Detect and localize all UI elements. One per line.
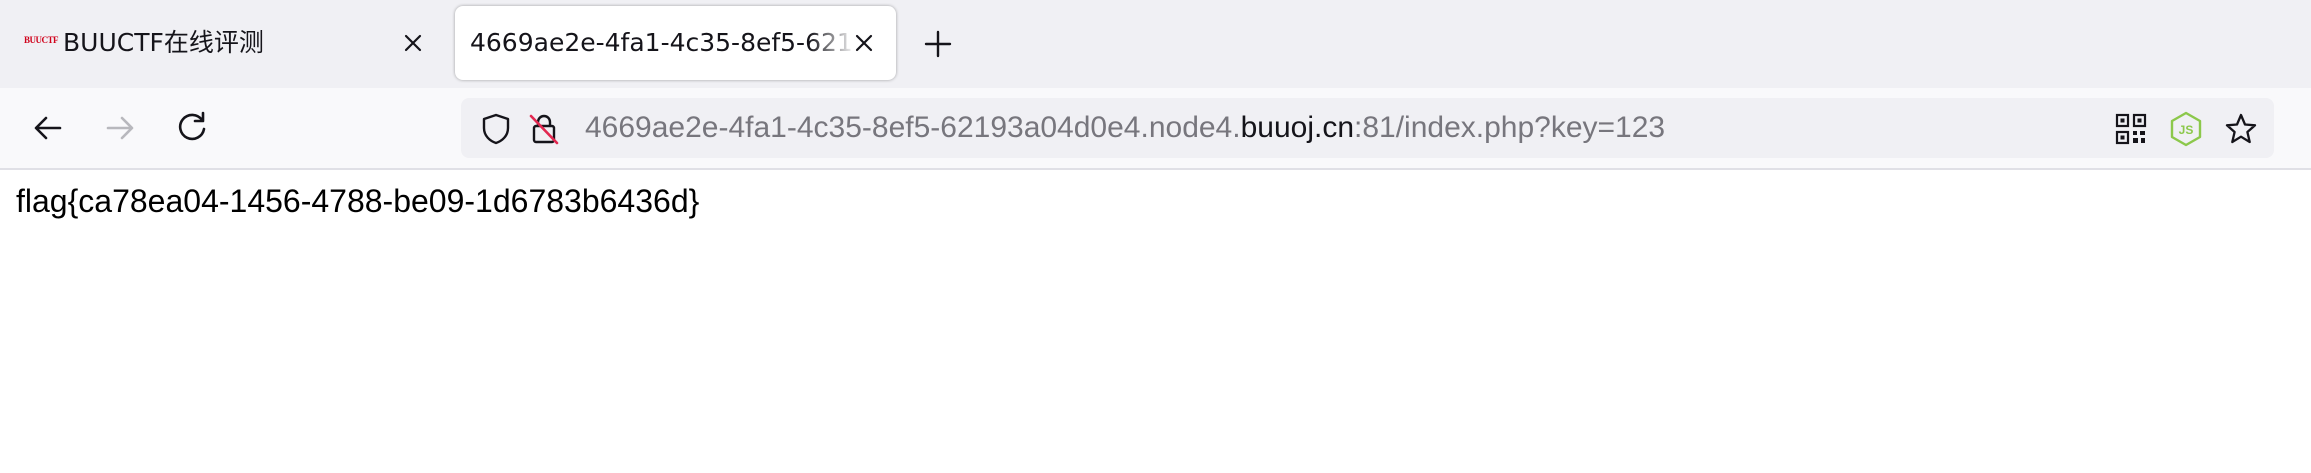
close-tab-icon[interactable]: [399, 29, 427, 57]
navigation-toolbar: 4669ae2e-4fa1-4c35-8ef5-62193a04d0e4.nod…: [0, 88, 2311, 170]
qr-code-icon[interactable]: [2113, 111, 2149, 147]
url-suffix: :81/index.php?key=123: [1354, 111, 1666, 144]
favicon-text: BUUCTF: [24, 35, 59, 45]
tab-title: 4669ae2e-4fa1-4c35-8ef5-62193a04d0e4.nod…: [470, 28, 855, 57]
url-prefix: 4669ae2e-4fa1-4c35-8ef5-62193a04d0e4.nod…: [585, 111, 1241, 144]
forward-arrow-icon[interactable]: [100, 108, 140, 148]
tab-title: BUUCTF在线评测: [63, 28, 264, 57]
address-bar[interactable]: 4669ae2e-4fa1-4c35-8ef5-62193a04d0e4.nod…: [461, 98, 2274, 158]
svg-text:JS: JS: [2179, 123, 2194, 137]
buuctf-favicon-icon: BUUCTF: [24, 36, 59, 53]
bookmark-star-icon[interactable]: [2223, 111, 2259, 147]
url-domain: buuoj.cn: [1240, 111, 1355, 144]
tracking-protection-shield-icon[interactable]: [479, 112, 513, 146]
tab-strip: BUUCTF BUUCTF在线评测 4669ae2e-4fa1-4c35-8ef…: [0, 0, 2311, 88]
insecure-lock-icon[interactable]: [527, 112, 561, 146]
tab-buuctf[interactable]: BUUCTF BUUCTF在线评测: [6, 6, 448, 80]
new-tab-plus-icon[interactable]: [921, 27, 955, 61]
page-body-text: flag{ca78ea04-1456-4788-be09-1d6783b6436…: [16, 183, 700, 219]
nodejs-extension-icon[interactable]: JS: [2168, 111, 2204, 147]
reload-icon[interactable]: [172, 108, 212, 148]
tab-active-challenge[interactable]: 4669ae2e-4fa1-4c35-8ef5-62193a04d0e4.nod…: [455, 6, 896, 80]
url-text[interactable]: 4669ae2e-4fa1-4c35-8ef5-62193a04d0e4.nod…: [585, 98, 1665, 158]
close-tab-icon[interactable]: [850, 29, 878, 57]
back-arrow-icon[interactable]: [28, 108, 68, 148]
